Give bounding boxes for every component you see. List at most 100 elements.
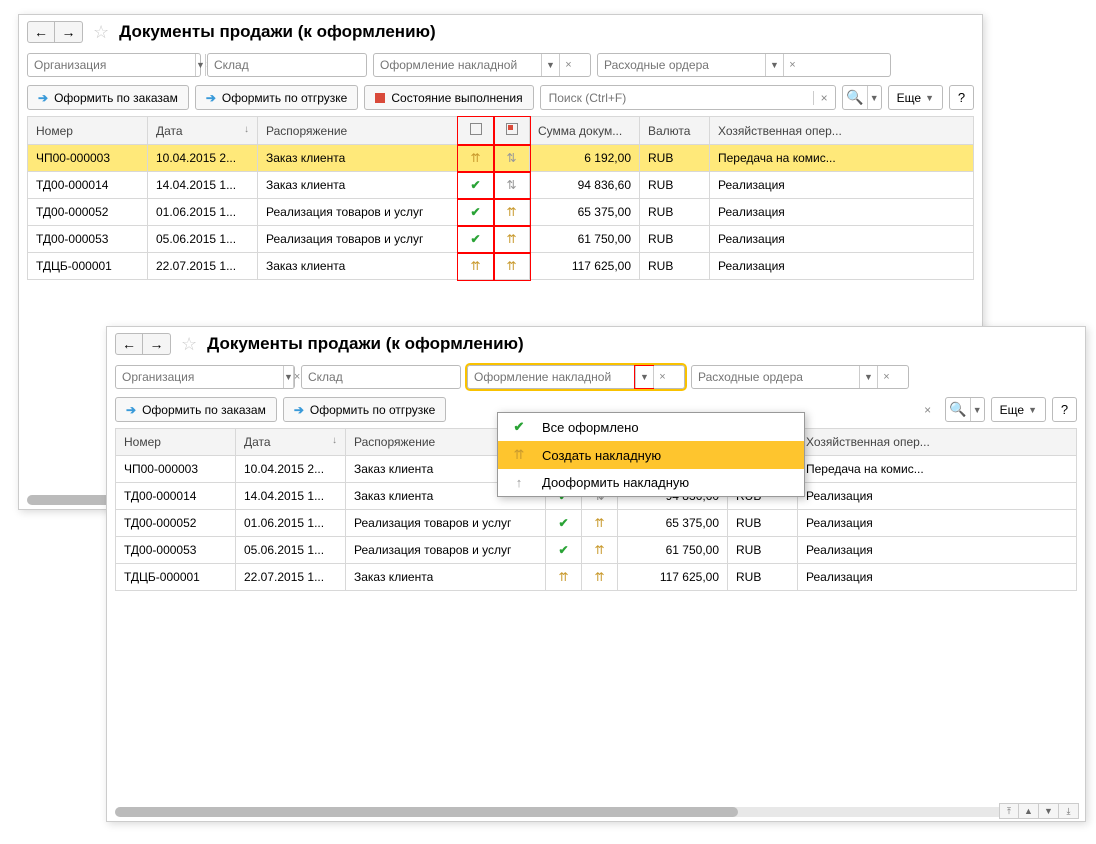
filter-organization[interactable]: ▼ × xyxy=(115,365,295,389)
check-icon: ✔ xyxy=(558,516,568,530)
dropdown-icon[interactable]: ▼ xyxy=(541,54,559,76)
arrow-right-icon: ➔ xyxy=(294,403,304,417)
up-arrow-icon: ⇈ xyxy=(594,543,604,557)
col-operation[interactable]: Хозяйственная опер... xyxy=(798,429,1077,456)
dropdown-icon[interactable]: ▼ xyxy=(859,366,877,388)
filter-invoice[interactable]: ▼ × xyxy=(467,365,685,389)
col-status1-icon[interactable] xyxy=(458,117,494,145)
search-icon[interactable]: 🔍 xyxy=(843,86,867,109)
filter-orders-input[interactable] xyxy=(692,370,859,384)
clear-icon[interactable]: × xyxy=(783,54,801,76)
check-icon: ✔ xyxy=(510,419,528,435)
arrow-right-icon: ➔ xyxy=(206,91,216,105)
filter-warehouse[interactable]: ... × xyxy=(301,365,461,389)
process-by-orders-button[interactable]: ➔ Оформить по заказам xyxy=(27,85,189,110)
table-row[interactable]: ТДЦБ-000001 22.07.2015 1... Заказ клиент… xyxy=(116,564,1077,591)
filter-invoice[interactable]: ▼ × xyxy=(373,53,591,77)
up-arrow-icon: ⇈ xyxy=(506,259,516,273)
filter-warehouse-input[interactable] xyxy=(302,370,469,384)
header: ← → ☆ Документы продажи (к оформлению) xyxy=(19,15,982,49)
col-number[interactable]: Номер xyxy=(28,117,148,145)
up-arrow-icon: ⇈ xyxy=(594,516,604,530)
search-button[interactable]: 🔍 ▼ xyxy=(842,85,882,110)
dropdown-icon[interactable]: ▼ xyxy=(867,86,881,109)
up-single-icon: ↑ xyxy=(510,475,528,490)
scroll-bottom-icon[interactable]: ⤓ xyxy=(1059,803,1079,819)
dropdown-item-all[interactable]: ✔ Все оформлено xyxy=(498,413,804,441)
col-date[interactable]: Дата↓ xyxy=(236,429,346,456)
filter-orders-input[interactable] xyxy=(598,58,765,72)
favorite-icon[interactable]: ☆ xyxy=(181,334,197,355)
scroll-up-icon[interactable]: ▲ xyxy=(1019,803,1039,819)
nav-forward-button[interactable]: → xyxy=(143,333,171,355)
process-by-orders-button[interactable]: ➔ Оформить по заказам xyxy=(115,397,277,422)
table-row[interactable]: ЧП00-000003 10.04.2015 2... Заказ клиент… xyxy=(28,145,974,172)
dropdown-icon[interactable]: ▼ xyxy=(970,398,984,421)
more-button[interactable]: Еще ▼ xyxy=(888,85,943,110)
table-row[interactable]: ТД00-000053 05.06.2015 1... Реализация т… xyxy=(28,226,974,253)
up-arrow-icon: ⇈ xyxy=(510,447,528,463)
filter-warehouse[interactable]: ... × xyxy=(207,53,367,77)
nav-back-button[interactable]: ← xyxy=(115,333,143,355)
horizontal-scrollbar[interactable] xyxy=(115,807,1005,817)
col-date[interactable]: Дата↓ xyxy=(148,117,258,145)
dropdown-icon[interactable]: ▼ xyxy=(283,366,293,388)
dropdown-icon[interactable]: ▼ xyxy=(195,54,205,76)
col-sum[interactable]: Сумма докум... xyxy=(530,117,640,145)
filter-invoice-input[interactable] xyxy=(374,58,541,72)
chart-icon xyxy=(375,93,385,103)
search-button[interactable]: 🔍 ▼ xyxy=(945,397,985,422)
more-button[interactable]: Еще ▼ xyxy=(991,397,1046,422)
search-input[interactable]: × xyxy=(540,85,836,110)
col-number[interactable]: Номер xyxy=(116,429,236,456)
table-row[interactable]: ТД00-000052 01.06.2015 1... Реализация т… xyxy=(28,199,974,226)
clear-icon[interactable]: × xyxy=(813,91,835,105)
nav-forward-button[interactable]: → xyxy=(55,21,83,43)
nav-back-button[interactable]: ← xyxy=(27,21,55,43)
dropdown-icon[interactable]: ▼ xyxy=(765,54,783,76)
clear-icon[interactable]: × xyxy=(917,403,939,417)
col-order[interactable]: Распоряжение xyxy=(258,117,458,145)
clear-icon[interactable]: × xyxy=(559,54,577,76)
filter-organization-input[interactable] xyxy=(116,370,283,384)
process-by-shipment-button[interactable]: ➔ Оформить по отгрузке xyxy=(195,85,359,110)
dropdown-icon: ▼ xyxy=(925,93,934,103)
table-row[interactable]: ТД00-000053 05.06.2015 1... Реализация т… xyxy=(116,537,1077,564)
check-icon: ✔ xyxy=(470,205,480,219)
scroll-controls: ⤒ ▲ ▼ ⤓ xyxy=(999,803,1079,819)
up-arrow-icon: ⇈ xyxy=(470,151,480,165)
table-row[interactable]: ТД00-000052 01.06.2015 1... Реализация т… xyxy=(116,510,1077,537)
scroll-down-icon[interactable]: ▼ xyxy=(1039,803,1059,819)
search-icon[interactable]: 🔍 xyxy=(946,398,970,421)
search-field[interactable] xyxy=(541,91,813,105)
dropdown-icon[interactable]: ▼ xyxy=(635,366,653,388)
scroll-top-icon[interactable]: ⤒ xyxy=(999,803,1019,819)
help-button[interactable]: ? xyxy=(1052,397,1077,422)
page-title: Документы продажи (к оформлению) xyxy=(119,22,436,42)
table-row[interactable]: ТДЦБ-000001 22.07.2015 1... Заказ клиент… xyxy=(28,253,974,280)
check-icon: ✔ xyxy=(558,543,568,557)
status-button[interactable]: Состояние выполнения xyxy=(364,85,533,110)
filter-orders[interactable]: ▼ × xyxy=(691,365,909,389)
col-status2-icon[interactable] xyxy=(494,117,530,145)
clear-icon[interactable]: × xyxy=(653,366,671,388)
filter-warehouse-input[interactable] xyxy=(208,58,375,72)
filter-organization-input[interactable] xyxy=(28,58,195,72)
table-row[interactable]: ТД00-000014 14.04.2015 1... Заказ клиент… xyxy=(28,172,974,199)
col-operation[interactable]: Хозяйственная опер... xyxy=(710,117,974,145)
col-currency[interactable]: Валюта xyxy=(640,117,710,145)
filter-orders[interactable]: ▼ × xyxy=(597,53,891,77)
clear-icon[interactable]: × xyxy=(877,366,895,388)
process-by-shipment-button[interactable]: ➔ Оформить по отгрузке xyxy=(283,397,447,422)
dropdown-item-create[interactable]: ⇈ Создать накладную xyxy=(498,441,804,469)
up-arrow-icon: ⇈ xyxy=(470,259,480,273)
clear-icon[interactable]: × xyxy=(293,366,300,388)
sort-icon: ↓ xyxy=(332,435,337,446)
window-bottom: ← → ☆ Документы продажи (к оформлению) ▼… xyxy=(106,326,1086,822)
check-icon: ✔ xyxy=(470,232,480,246)
help-button[interactable]: ? xyxy=(949,85,974,110)
dropdown-item-finish[interactable]: ↑ Дооформить накладную xyxy=(498,469,804,496)
filter-organization[interactable]: ▼ × xyxy=(27,53,201,77)
filter-invoice-input[interactable] xyxy=(468,370,635,384)
favorite-icon[interactable]: ☆ xyxy=(93,22,109,43)
